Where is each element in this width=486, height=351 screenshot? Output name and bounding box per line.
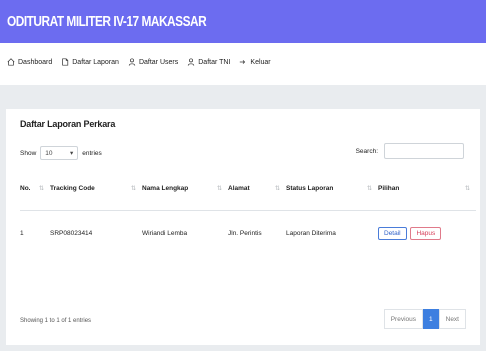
pagination-next[interactable]: Next [438, 309, 466, 329]
table-row: 1 SRP08023414 Wiriandi Lemba Jln. Perint… [20, 211, 476, 256]
cell-alamat: Jln. Perintis [228, 229, 262, 237]
length-suffix: entries [82, 149, 102, 157]
nav-daftar-users[interactable]: Daftar Users [128, 58, 178, 66]
table-info: Showing 1 to 1 of 1 entries [20, 318, 92, 324]
top-header: ODITURAT MILITER IV-17 MAKASSAR [0, 0, 486, 43]
col-pilihan[interactable]: Pilihan ⇅ [378, 177, 476, 199]
cell-status: Laporan Diterima [286, 229, 336, 237]
nav-keluar-label: Keluar [250, 58, 271, 66]
card-title: Daftar Laporan Perkara [20, 119, 116, 129]
users-icon [188, 58, 195, 66]
content-wrapper: Daftar Laporan Perkara Show 10 ▾ entries… [0, 109, 486, 351]
table-search: Search: [356, 143, 464, 159]
search-input[interactable] [384, 143, 464, 159]
sort-icon: ⇅ [274, 186, 280, 192]
nav-daftar-users-label: Daftar Users [138, 58, 179, 66]
nav-keluar[interactable]: Keluar [239, 58, 271, 66]
main-nav: Dashboard Daftar Laporan Daftar Users Da… [0, 43, 486, 81]
users-icon [128, 58, 136, 66]
detail-button[interactable]: Detail [378, 226, 407, 240]
cell-pilihan: Detail Hapus [378, 211, 476, 256]
report-table: No. ⇅ Tracking Code ⇅ Nama Lengkap ⇅ Alamat… [20, 177, 476, 255]
chevron-down-icon: ▾ [70, 150, 74, 157]
pagination: Previous 1 Next [383, 309, 466, 329]
col-status-laporan[interactable]: Status Laporan ⇅ [286, 177, 378, 199]
nav-daftar-laporan-label: Daftar Laporan [72, 58, 119, 66]
sort-icon: ⇅ [216, 186, 222, 192]
app-title: ODITURAT MILITER IV-17 MAKASSAR [7, 13, 207, 30]
sort-icon: ⇅ [366, 186, 372, 192]
nav-daftar-laporan[interactable]: Daftar Laporan [61, 58, 119, 66]
content-band [0, 85, 486, 109]
logout-icon [240, 60, 246, 64]
nav-dashboard-label: Dashboard [18, 58, 53, 66]
pagination-page-1[interactable]: 1 [423, 309, 439, 329]
entries-select-value: 10 [45, 149, 53, 157]
sort-icon: ⇅ [130, 186, 136, 192]
nav-daftar-tni-label: Daftar TNI [198, 58, 231, 66]
nav-daftar-tni[interactable]: Daftar TNI [187, 58, 230, 66]
col-tracking-code[interactable]: Tracking Code ⇅ [50, 177, 142, 199]
cell-nama-lengkap: Wiriandi Lemba [142, 229, 188, 237]
sort-icon: ⇅ [464, 186, 470, 192]
entries-length: Show 10 ▾ entries [20, 146, 102, 160]
col-nama-lengkap[interactable]: Nama Lengkap ⇅ [142, 177, 228, 199]
length-prefix: Show [20, 149, 37, 157]
pagination-previous[interactable]: Previous [383, 309, 423, 329]
col-no[interactable]: No. ⇅ [20, 177, 50, 199]
document-icon [62, 58, 69, 66]
home-icon [7, 58, 15, 66]
header-divider [20, 199, 476, 211]
hapus-button[interactable]: Hapus [410, 226, 442, 240]
cell-no: 1 [20, 229, 24, 237]
col-alamat[interactable]: Alamat ⇅ [228, 177, 286, 199]
cell-tracking-code: SRP08023414 [50, 229, 93, 237]
nav-dashboard[interactable]: Dashboard [7, 58, 52, 66]
report-card: Daftar Laporan Perkara Show 10 ▾ entries… [6, 109, 480, 345]
sort-icon: ⇅ [38, 186, 44, 192]
search-label: Search: [355, 147, 378, 155]
entries-select[interactable]: 10 ▾ [40, 146, 79, 160]
